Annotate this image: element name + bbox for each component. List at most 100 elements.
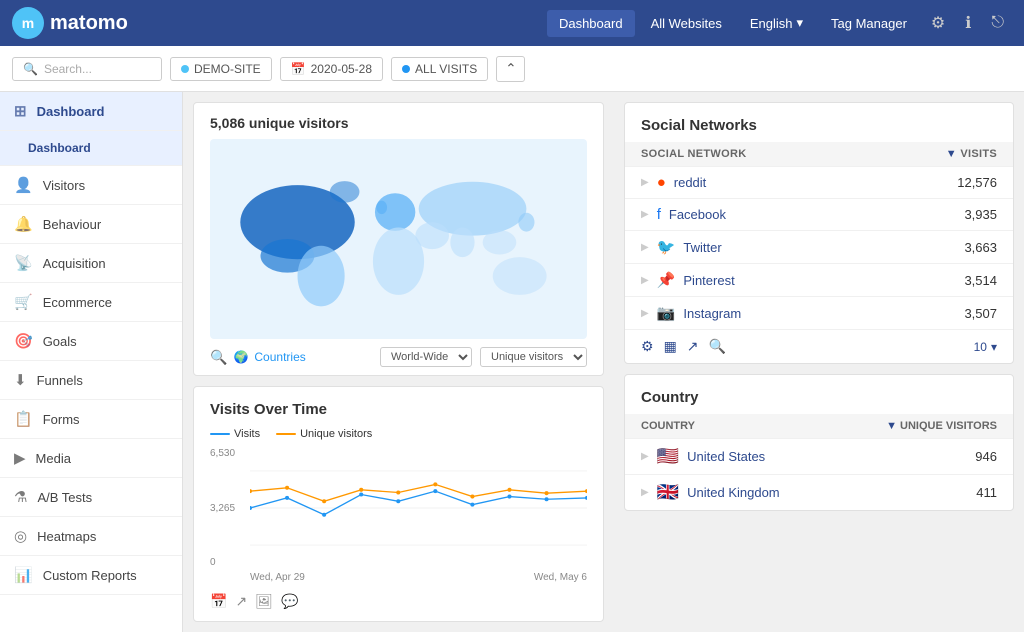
uk-link[interactable]: United Kingdom xyxy=(687,485,780,500)
zoom-icon[interactable]: 🔍 xyxy=(210,349,227,366)
expand-icon[interactable]: ▶ xyxy=(641,308,649,319)
country-sort-icon: ▼ xyxy=(886,420,900,432)
chart-y-axis: 6,530 3,265 0 xyxy=(210,448,246,568)
funnels-icon: ⬇ xyxy=(14,371,27,389)
sidebar-label-acquisition: Acquisition xyxy=(43,256,106,271)
expand-icon[interactable]: ▶ xyxy=(641,451,649,462)
sidebar-item-dashboard[interactable]: ⊞ Dashboard xyxy=(0,92,182,131)
sidebar-item-media[interactable]: ▶ Media xyxy=(0,439,182,478)
expand-icon[interactable]: ▶ xyxy=(641,242,649,253)
country-table-header: COUNTRY ▼ UNIQUE VISITORS xyxy=(625,414,1013,438)
sort-icon: ▼ xyxy=(946,148,961,160)
chart-image-icon[interactable]: 🖼 xyxy=(255,593,273,610)
goals-icon: 🎯 xyxy=(14,332,33,350)
nav-english[interactable]: English ▾ xyxy=(738,9,815,37)
custom-reports-icon: 📊 xyxy=(14,566,33,584)
reddit-link[interactable]: reddit xyxy=(674,175,707,190)
sidebar-item-goals[interactable]: 🎯 Goals xyxy=(0,322,182,361)
sidebar-item-heatmaps[interactable]: ◎ Heatmaps xyxy=(0,517,182,556)
demo-site-filter[interactable]: DEMO-SITE xyxy=(170,57,272,81)
pinterest-link[interactable]: Pinterest xyxy=(683,273,734,288)
sidebar-item-visitors[interactable]: 👤 Visitors xyxy=(0,166,182,205)
visitors-icon: 👤 xyxy=(14,176,33,194)
expand-icon[interactable]: ▶ xyxy=(641,487,649,498)
per-page-arrow[interactable]: ▾ xyxy=(991,340,997,354)
legend-visits: Visits xyxy=(210,428,260,440)
twitter-link[interactable]: Twitter xyxy=(683,240,721,255)
sidebar-item-behaviour[interactable]: 🔔 Behaviour xyxy=(0,205,182,244)
table-row: ▶ 📷 Instagram 3,507 xyxy=(625,296,1013,329)
table-icon[interactable]: ▦ xyxy=(664,338,677,355)
chart-share-icon[interactable]: ↗ xyxy=(235,593,247,610)
chart-area: 6,530 3,265 0 xyxy=(210,448,587,568)
visits-dot-icon xyxy=(402,65,410,73)
right-column: Social Networks SOCIAL NETWORK ▼ VISITS … xyxy=(614,92,1024,632)
sidebar: ⊞ Dashboard Dashboard 👤 Visitors 🔔 Behav… xyxy=(0,92,183,632)
user-login-icon[interactable]: ⎋ xyxy=(983,8,1012,38)
info-icon[interactable]: ℹ xyxy=(957,7,979,39)
social-networks-widget: Social Networks SOCIAL NETWORK ▼ VISITS … xyxy=(624,102,1014,364)
sidebar-item-forms[interactable]: 📋 Forms xyxy=(0,400,182,439)
countries-link[interactable]: Countries xyxy=(254,350,305,364)
sidebar-label-forms: Forms xyxy=(43,412,80,427)
chart-x-axis: Wed, Apr 29 Wed, May 6 xyxy=(210,572,587,583)
sidebar-item-dashboard-sub[interactable]: Dashboard xyxy=(0,131,182,166)
metric-select[interactable]: Unique visitors xyxy=(480,347,587,367)
scope-select[interactable]: World-Wide xyxy=(380,347,472,367)
social-networks-title: Social Networks xyxy=(625,103,1013,142)
toolbar: 🔍 Search... DEMO-SITE 📅 2020-05-28 ALL V… xyxy=(0,46,1024,92)
reddit-visits: 12,576 xyxy=(957,175,997,190)
date-filter[interactable]: 📅 2020-05-28 xyxy=(280,57,383,81)
nav-dashboard[interactable]: Dashboard xyxy=(547,10,635,37)
sidebar-label-goals: Goals xyxy=(43,334,77,349)
settings-widget-icon[interactable]: ⚙ xyxy=(641,338,654,355)
sidebar-label-media: Media xyxy=(36,451,71,466)
visits-filter[interactable]: ALL VISITS xyxy=(391,57,488,81)
expand-icon[interactable]: ▶ xyxy=(641,275,649,286)
globe-icon: 🌍 xyxy=(233,350,248,364)
table-row: ▶ 🇬🇧 United Kingdom 411 xyxy=(625,474,1013,510)
sidebar-item-ecommerce[interactable]: 🛒 Ecommerce xyxy=(0,283,182,322)
acquisition-icon: 📡 xyxy=(14,254,33,272)
search-icon: 🔍 xyxy=(23,62,38,76)
sidebar-label-behaviour: Behaviour xyxy=(43,217,102,232)
nav-tag-manager[interactable]: Tag Manager xyxy=(819,10,919,37)
main-content: 5,086 unique visitors xyxy=(183,92,1024,632)
expand-icon[interactable]: ▶ xyxy=(641,209,649,220)
sidebar-label-funnels: Funnels xyxy=(37,373,83,388)
sidebar-item-ab-tests[interactable]: ⚗ A/B Tests xyxy=(0,478,182,517)
logo: m matomo xyxy=(12,7,128,39)
social-per-page: 10 ▾ xyxy=(974,340,997,354)
sidebar-label-ab-tests: A/B Tests xyxy=(37,490,92,505)
map-controls: World-Wide Unique visitors xyxy=(380,347,587,367)
search-box[interactable]: 🔍 Search... xyxy=(12,57,162,81)
pinterest-visits: 3,514 xyxy=(964,273,997,288)
settings-icon[interactable]: ⚙ xyxy=(923,7,953,39)
chart-calendar-icon[interactable]: 📅 xyxy=(210,593,227,610)
media-icon: ▶ xyxy=(14,449,26,467)
instagram-link[interactable]: Instagram xyxy=(683,306,741,321)
social-footer-icons: ⚙ ▦ ↗ 🔍 xyxy=(641,338,726,355)
sidebar-label-visitors: Visitors xyxy=(43,178,85,193)
map-widget: 5,086 unique visitors xyxy=(193,102,604,376)
us-visitors: 946 xyxy=(975,449,997,464)
sidebar-item-acquisition[interactable]: 📡 Acquisition xyxy=(0,244,182,283)
table-row: ▶ 🐦 Twitter 3,663 xyxy=(625,230,1013,263)
sidebar-item-custom-reports[interactable]: 📊 Custom Reports xyxy=(0,556,182,595)
uk-visitors: 411 xyxy=(976,485,997,500)
per-page-value: 10 xyxy=(974,340,987,354)
us-link[interactable]: United States xyxy=(687,449,765,464)
world-map xyxy=(210,139,587,339)
sidebar-item-funnels[interactable]: ⬇ Funnels xyxy=(0,361,182,400)
export-icon[interactable]: ↗ xyxy=(687,338,699,355)
chart-comment-icon[interactable]: 💬 xyxy=(281,593,298,610)
collapse-button[interactable]: ⌃ xyxy=(496,56,525,82)
sidebar-label-ecommerce: Ecommerce xyxy=(43,295,112,310)
pinterest-icon: 📌 xyxy=(657,271,676,289)
nav-all-websites[interactable]: All Websites xyxy=(639,10,734,37)
country-widget: Country COUNTRY ▼ UNIQUE VISITORS ▶ 🇺🇸 U… xyxy=(624,374,1014,511)
expand-icon[interactable]: ▶ xyxy=(641,177,649,188)
search-widget-icon[interactable]: 🔍 xyxy=(709,338,726,355)
facebook-link[interactable]: Facebook xyxy=(669,207,726,222)
social-col-network: SOCIAL NETWORK xyxy=(641,148,746,160)
